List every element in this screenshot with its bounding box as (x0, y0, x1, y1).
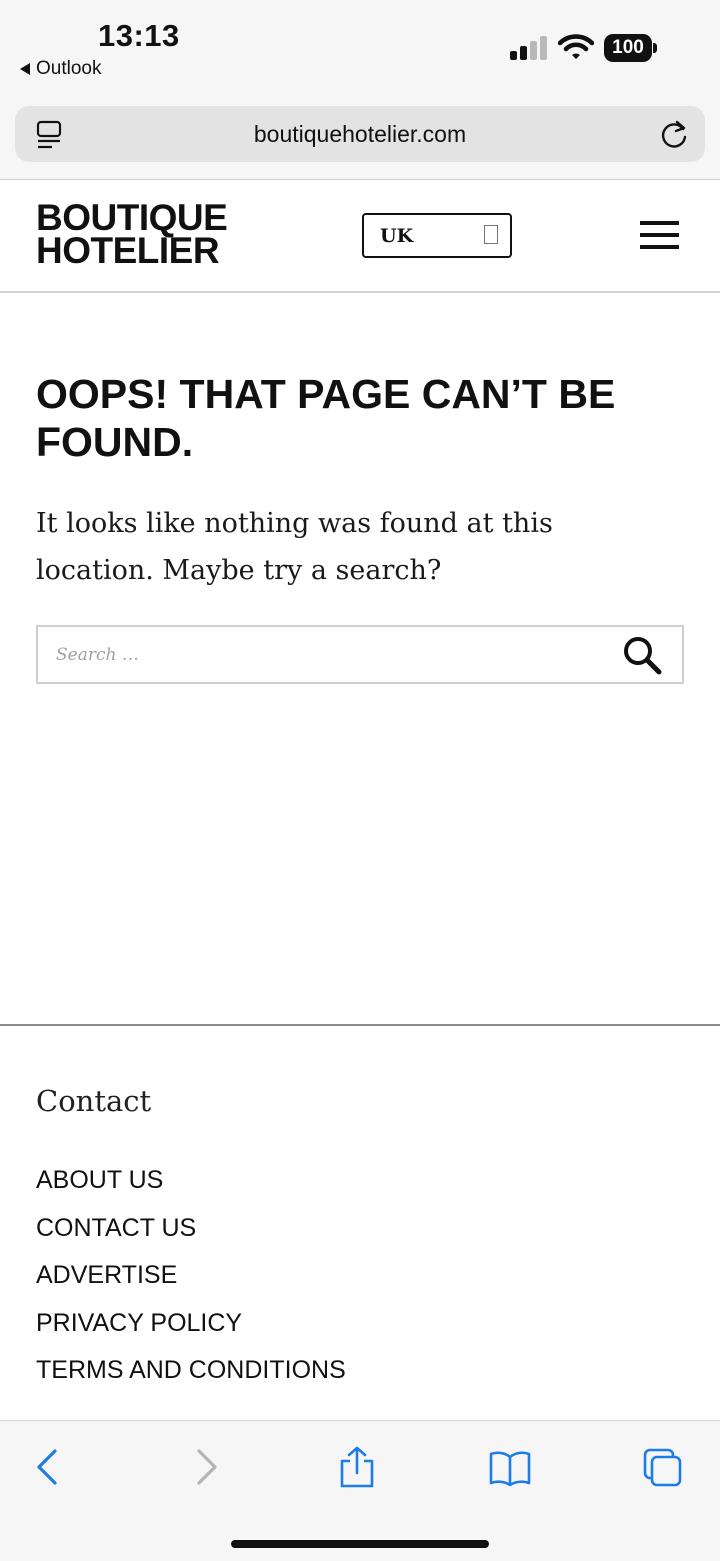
back-triangle-icon (20, 63, 30, 75)
bookmarks-icon[interactable] (488, 1445, 532, 1489)
address-bar[interactable]: boutiquehotelier.com (15, 106, 705, 162)
back-app-label: Outlook (36, 58, 102, 79)
battery-icon: 100 (604, 34, 658, 62)
footer-link-contact-us[interactable]: CONTACT US (36, 1205, 346, 1253)
browser-address-area: boutiquehotelier.com (0, 96, 720, 180)
forward-icon[interactable] (183, 1445, 227, 1489)
search-form (36, 625, 684, 684)
footer-link-terms[interactable]: TERMS AND CONDITIONS (36, 1347, 346, 1395)
not-found-message: It looks like nothing was found at this … (36, 508, 553, 586)
site-logo[interactable]: BOUTIQUE HOTELIER (36, 199, 228, 271)
search-input[interactable] (56, 627, 596, 682)
battery-level: 100 (604, 34, 652, 62)
region-label: UK (380, 225, 414, 247)
back-icon[interactable] (27, 1445, 71, 1489)
footer-links: ABOUT US CONTACT US ADVERTISE PRIVACY PO… (36, 1157, 346, 1395)
footer-link-privacy-policy[interactable]: PRIVACY POLICY (36, 1300, 346, 1348)
footer-link-about-us[interactable]: ABOUT US (36, 1157, 346, 1205)
url-text[interactable]: boutiquehotelier.com (15, 106, 705, 162)
footer-divider (0, 1024, 720, 1026)
home-indicator (231, 1540, 489, 1548)
dropdown-caret-icon (484, 225, 498, 244)
browser-toolbar (0, 1420, 720, 1561)
page-title: OOPS! THAT PAGE CAN’T BE FOUND. (36, 371, 616, 465)
menu-icon[interactable] (640, 221, 680, 249)
back-to-app-link[interactable]: Outlook (20, 58, 101, 80)
cellular-signal-icon (510, 36, 547, 60)
status-bar: 13:13 Outlook 100 (0, 0, 720, 96)
logo-line-2: HOTELIER (36, 230, 220, 271)
status-time: 13:13 (98, 18, 180, 53)
reload-icon[interactable] (659, 118, 689, 150)
footer-link-advertise[interactable]: ADVERTISE (36, 1252, 346, 1300)
region-selector[interactable]: UK (362, 213, 512, 258)
site-header: BOUTIQUE HOTELIER UK (0, 181, 720, 293)
footer-heading: Contact (36, 1084, 152, 1118)
tabs-icon[interactable] (640, 1445, 684, 1489)
wifi-icon (558, 34, 594, 59)
share-icon[interactable] (335, 1445, 379, 1489)
search-icon[interactable] (622, 635, 664, 677)
